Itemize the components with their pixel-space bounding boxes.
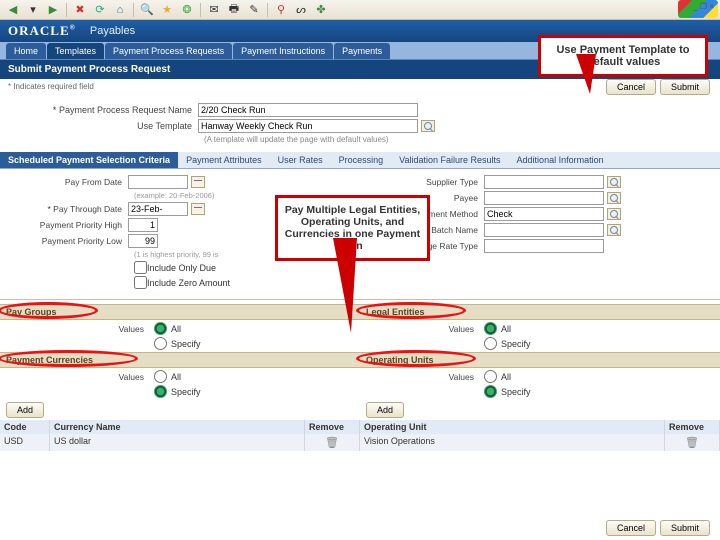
ppr-name-label: Payment Process Request Name <box>8 105 198 115</box>
link-icon[interactable]: ⚲ <box>272 2 290 18</box>
tab-ppr[interactable]: Payment Process Requests <box>105 43 232 59</box>
submit-button-bottom[interactable]: Submit <box>660 520 710 536</box>
tab-attributes[interactable]: Payment Attributes <box>178 152 270 168</box>
pay-through-input[interactable] <box>128 202 188 216</box>
rate-input[interactable] <box>484 239 604 253</box>
search-icon[interactable] <box>421 120 435 132</box>
pay-groups-header: Pay Groups <box>0 304 360 320</box>
payee-input[interactable] <box>484 191 604 205</box>
tab-templates[interactable]: Templates <box>47 43 104 59</box>
print-icon[interactable]: 🖶 <box>225 2 243 18</box>
values-label: Values <box>430 324 480 334</box>
msn-icon[interactable]: ✤ <box>312 2 330 18</box>
add-ou-button[interactable]: Add <box>366 402 404 418</box>
cu-all-radio[interactable] <box>154 370 167 383</box>
table-row: USDUS dollar🗑 <box>0 434 360 451</box>
le-all-radio[interactable] <box>484 322 497 335</box>
prio-low-label: Payment Priority Low <box>8 236 128 246</box>
search-icon[interactable]: 🔍 <box>138 2 156 18</box>
template-hint: (A template will update the page with de… <box>204 135 712 144</box>
refresh-icon[interactable]: ⟳ <box>91 2 109 18</box>
back-icon[interactable]: ◀ <box>4 2 22 18</box>
prio-high-input[interactable] <box>128 218 158 232</box>
ou-table-header: Operating UnitRemove <box>360 420 720 434</box>
values-label: Values <box>90 372 150 382</box>
tab-payments[interactable]: Payments <box>334 43 390 59</box>
edit-icon[interactable]: ✎ <box>245 2 263 18</box>
ou-all-radio[interactable] <box>484 370 497 383</box>
callout-template: Use Payment Template to Default values <box>538 35 708 77</box>
callout-multiple: Pay Multiple Legal Entities, Operating U… <box>275 195 430 261</box>
curr-header: Payment Currencies <box>0 352 360 368</box>
search-icon[interactable] <box>607 208 621 220</box>
trash-icon[interactable]: 🗑 <box>685 437 699 449</box>
batch-input[interactable] <box>484 223 604 237</box>
calendar-icon[interactable] <box>191 203 205 215</box>
ppr-name-input[interactable] <box>198 103 418 117</box>
method-input[interactable] <box>484 207 604 221</box>
cu-specify-radio[interactable] <box>154 385 167 398</box>
mail-icon[interactable]: ✉ <box>205 2 223 18</box>
pay-from-label: Pay From Date <box>8 177 128 187</box>
cancel-button[interactable]: Cancel <box>606 79 656 95</box>
legal-header: Legal Entities <box>360 304 720 320</box>
ou-specify-radio[interactable] <box>484 385 497 398</box>
only-due-check[interactable] <box>134 261 147 274</box>
tab-processing[interactable]: Processing <box>331 152 392 168</box>
trash-icon[interactable]: 🗑 <box>325 437 339 449</box>
le-specify-radio[interactable] <box>484 337 497 350</box>
search-icon[interactable] <box>607 224 621 236</box>
table-row: Vision Operations🗑 <box>360 434 720 451</box>
favorites-icon[interactable]: ★ <box>158 2 176 18</box>
curr-table-header: CodeCurrency NameRemove <box>0 420 360 434</box>
pay-through-label: Pay Through Date <box>8 204 128 214</box>
values-label: Values <box>90 324 150 334</box>
tab-rates[interactable]: User Rates <box>270 152 331 168</box>
tab-addl[interactable]: Additional Information <box>509 152 612 168</box>
tab-criteria[interactable]: Scheduled Payment Selection Criteria <box>0 152 178 168</box>
search-icon[interactable] <box>607 176 621 188</box>
window-controls[interactable]: _ ❐ × <box>693 2 714 11</box>
template-input[interactable] <box>198 119 418 133</box>
pay-from-input[interactable] <box>128 175 188 189</box>
supplier-label: Supplier Type <box>364 177 484 187</box>
calendar-icon[interactable] <box>191 176 205 188</box>
supplier-input[interactable] <box>484 175 604 189</box>
app-name: Payables <box>90 25 135 37</box>
prio-high-label: Payment Priority High <box>8 220 128 230</box>
tab-pi[interactable]: Payment Instructions <box>233 43 333 59</box>
stop-icon[interactable]: ✖ <box>71 2 89 18</box>
snag-icon[interactable]: ᔕ <box>292 2 310 18</box>
history-icon[interactable]: ❂ <box>178 2 196 18</box>
template-label: Use Template <box>8 121 198 131</box>
zero-label: Include Zero Amount <box>147 278 230 288</box>
oracle-logo: ORACLE® <box>8 23 76 39</box>
only-due-label: Include Only Due <box>147 263 216 273</box>
browser-toolbar: ◀ ▾ ▶ ✖ ⟳ ⌂ 🔍 ★ ❂ ✉ 🖶 ✎ ⚲ ᔕ ✤ _ ❐ × <box>0 0 720 20</box>
ou-header: Operating Units <box>360 352 720 368</box>
dropdown-icon[interactable]: ▾ <box>24 2 42 18</box>
pg-specify-radio[interactable] <box>154 337 167 350</box>
tab-home[interactable]: Home <box>6 43 46 59</box>
tab-validation[interactable]: Validation Failure Results <box>391 152 508 168</box>
search-icon[interactable] <box>607 192 621 204</box>
pg-all-radio[interactable] <box>154 322 167 335</box>
submit-button[interactable]: Submit <box>660 79 710 95</box>
forward-icon[interactable]: ▶ <box>44 2 62 18</box>
values-label: Values <box>430 372 480 382</box>
inner-tabs: Scheduled Payment Selection Criteria Pay… <box>0 152 720 169</box>
zero-check[interactable] <box>134 276 147 289</box>
add-currency-button[interactable]: Add <box>6 402 44 418</box>
home-icon[interactable]: ⌂ <box>111 2 129 18</box>
prio-low-input[interactable] <box>128 234 158 248</box>
cancel-button-bottom[interactable]: Cancel <box>606 520 656 536</box>
